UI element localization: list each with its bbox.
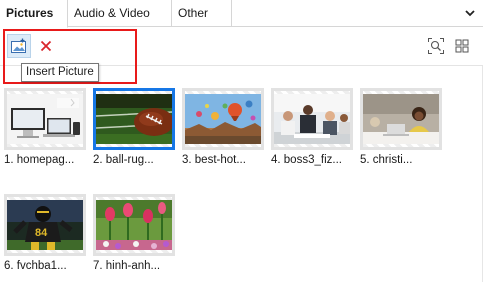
thumbnail-label: 4. boss3_fiz... [271,154,342,166]
thumbnail-label: 6. fvchba1... [4,260,67,272]
picture-thumbnail[interactable]: 1. homepag... [4,88,89,166]
tab-other[interactable]: Other [172,0,232,27]
thumbnail-image-football [96,94,172,144]
thumbnail-label: 3. best-hot... [182,154,246,166]
picture-thumbnail[interactable]: 5. christi... [360,88,445,166]
zoom-fit-icon [428,38,444,54]
thumbnail-image-tulips [96,200,172,250]
delete-icon [40,40,52,52]
thumbnail-frame [182,88,264,150]
insert-picture-button[interactable] [7,34,31,58]
thumbnail-image-devices [7,94,83,144]
thumbnail-image-balloons [185,94,261,144]
thumbnail-frame [93,194,175,256]
thumbnail-image-woman-laptop [363,94,439,144]
insert-picture-icon [11,38,26,53]
thumbnail-label: 5. christi... [360,154,413,166]
thumbnail-label: 1. homepag... [4,154,75,166]
thumbnail-label: 2. ball-rug... [93,154,154,166]
thumbnail-image-football-player: 84 [7,200,83,250]
tab-audio-video[interactable]: Audio & Video [68,0,172,27]
grid-view-button[interactable] [450,34,474,58]
tab-bar: Pictures Audio & Video Other [0,0,483,28]
thumbnail-frame [271,88,353,150]
insert-picture-tooltip: Insert Picture [21,63,99,82]
toolbar [0,28,483,64]
zoom-fit-button[interactable] [424,34,448,58]
thumbnail-frame [93,88,175,150]
thumbnail-frame [4,88,86,150]
thumbnail-frame [360,88,442,150]
delete-button[interactable] [34,34,58,58]
thumbnail-label: 7. hinh-anh... [93,260,161,272]
picture-thumbnail[interactable]: 3. best-hot... [182,88,267,166]
chevron-down-icon[interactable] [463,6,477,20]
picture-thumbnail[interactable]: 84 6. fvchba1... [4,194,89,272]
picture-thumbnail[interactable]: 2. ball-rug... [93,88,178,166]
thumbnail-image-meeting [274,94,350,144]
svg-text:84: 84 [35,227,48,239]
tab-pictures[interactable]: Pictures [0,0,68,28]
picture-thumbnail[interactable]: 7. hinh-anh... [93,194,178,272]
thumbnail-frame: 84 [4,194,86,256]
grid-view-icon [455,39,469,53]
picture-thumbnail[interactable]: 4. boss3_fiz... [271,88,356,166]
